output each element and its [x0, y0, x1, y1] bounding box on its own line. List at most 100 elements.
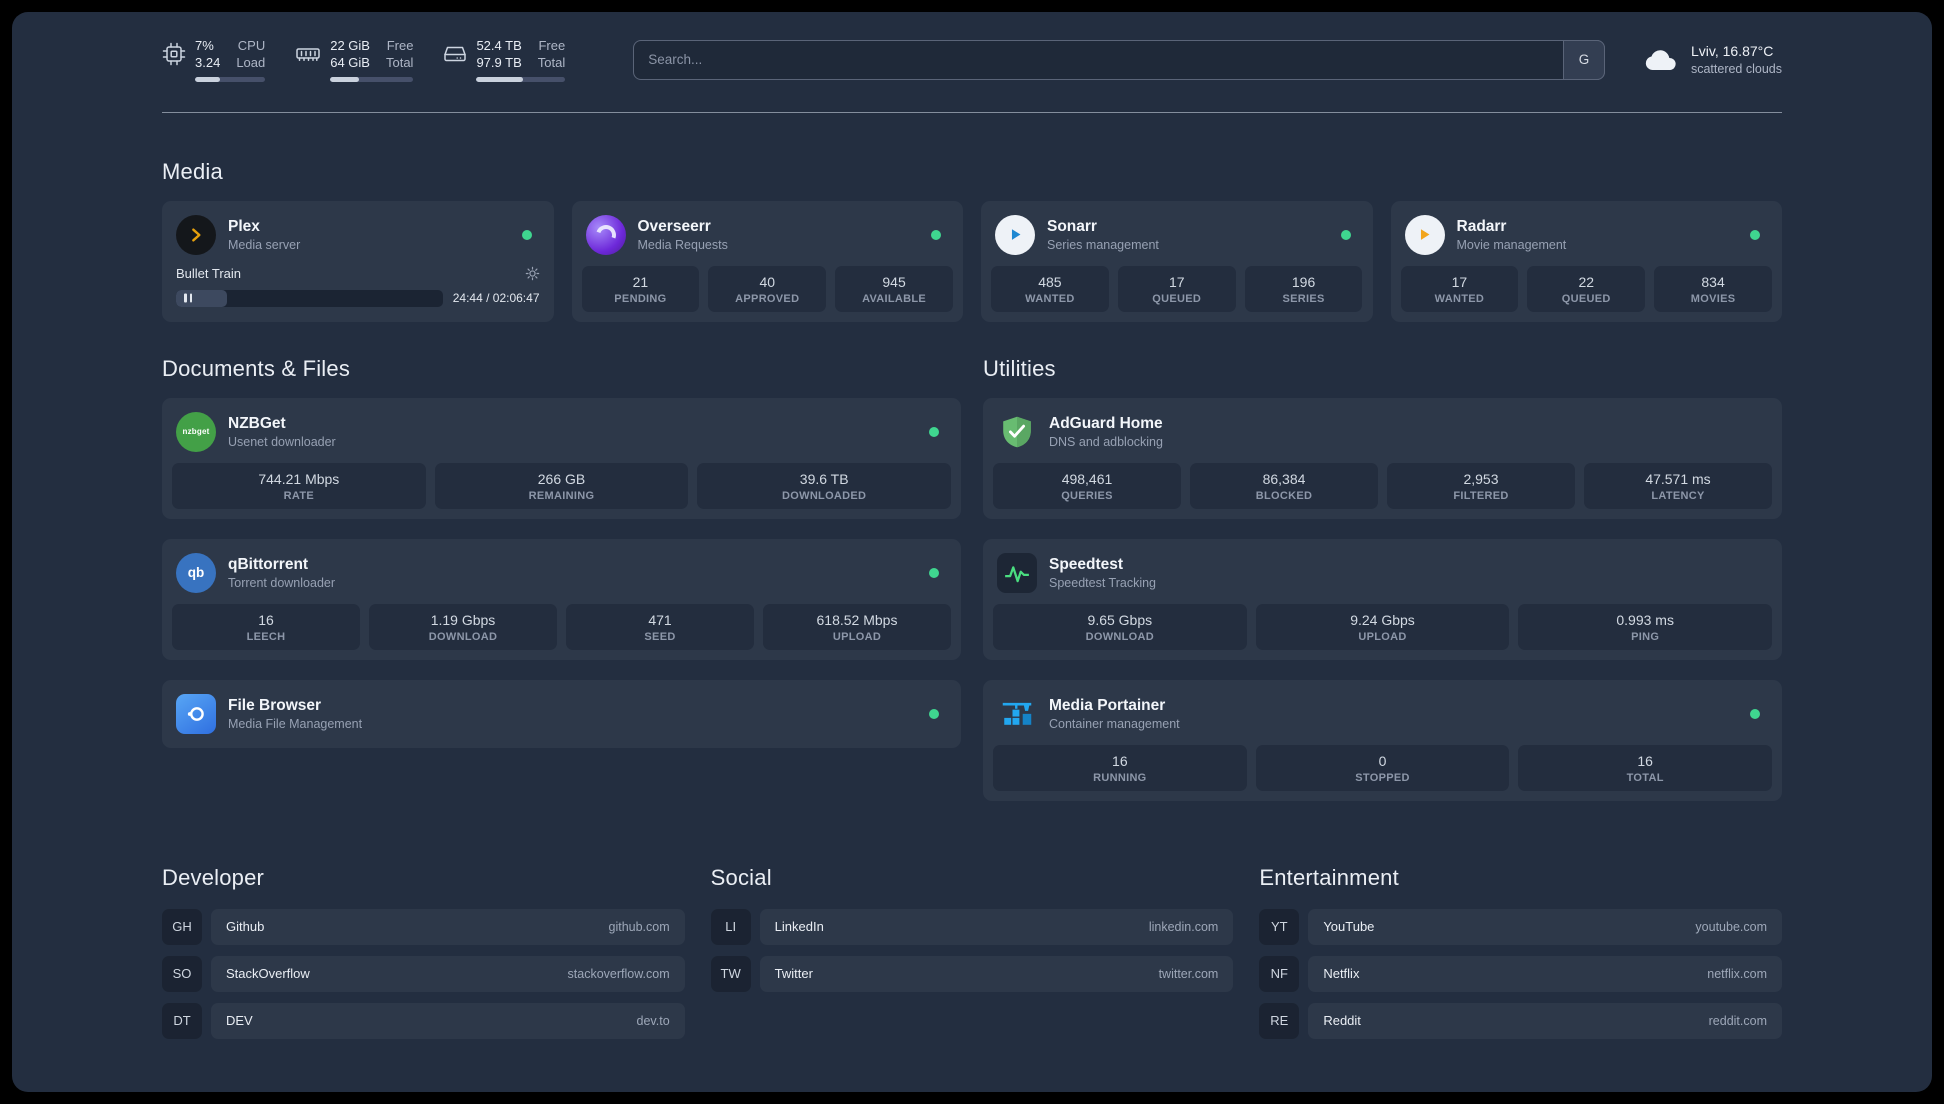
- bookmark-dev[interactable]: DT DEV dev.to: [162, 1002, 685, 1039]
- stat-label: MOVIES: [1690, 292, 1736, 305]
- service-description: Torrent downloader: [228, 575, 336, 590]
- service-name: Media Portainer: [1049, 696, 1166, 714]
- bookmark-name: Netflix: [1323, 966, 1360, 982]
- stat: 1.19 Gbps DOWNLOAD: [369, 603, 557, 650]
- playback-time: 24:44 / 02:06:47: [452, 291, 540, 306]
- service-card-nzbget[interactable]: nzbget NZBGet Usenet downloader 744.21 M…: [162, 397, 961, 519]
- stat-value: 47.571 ms: [1645, 470, 1711, 487]
- memory-free-label: Free: [386, 38, 414, 53]
- qbittorrent-icon: qb: [176, 552, 216, 593]
- service-card-radarr[interactable]: Radarr Movie management 17 WANTED 22 QUEUE…: [1390, 200, 1782, 322]
- section-title-utilities: Utilities: [983, 355, 1056, 381]
- disk-free-label: Free: [538, 38, 566, 53]
- stat: 86,384 BLOCKED: [1190, 462, 1378, 509]
- bookmark-youtube[interactable]: YT YouTube youtube.com: [1259, 908, 1782, 945]
- bookmark-twitter[interactable]: TW Twitter twitter.com: [710, 955, 1234, 992]
- bookmark-domain: github.com: [608, 919, 670, 934]
- service-card-speedtest[interactable]: Speedtest Speedtest Tracking 9.65 Gbps DO…: [983, 538, 1782, 660]
- speedtest-icon: [997, 552, 1037, 593]
- stat: 22 QUEUED: [1527, 265, 1646, 312]
- weather-widget: Lviv, 16.87°C scattered clouds: [1643, 42, 1782, 78]
- status-dot: [929, 567, 939, 578]
- stat-label: BLOCKED: [1255, 489, 1313, 502]
- service-name: AdGuard Home: [1049, 414, 1163, 432]
- plex-now-playing: Bullet Train 24:44 / 02:06:47: [172, 266, 544, 311]
- bookmark-netflix[interactable]: NF Netflix netflix.com: [1259, 955, 1782, 992]
- memory-total-value: 64 GiB: [330, 54, 370, 70]
- bookmark-reddit[interactable]: RE Reddit reddit.com: [1259, 1002, 1782, 1039]
- stat: 16 TOTAL: [1518, 744, 1773, 791]
- stat-label: PING: [1631, 630, 1660, 643]
- stat-value: 471: [648, 611, 672, 628]
- cloud-icon: [1645, 50, 1676, 70]
- bookmark-abbr: RE: [1259, 1002, 1300, 1039]
- bookmark-abbr: YT: [1259, 908, 1300, 945]
- stat: 17 QUEUED: [1117, 265, 1236, 312]
- bookmark-abbr: SO: [162, 955, 202, 992]
- playback-progress-bar[interactable]: [176, 289, 443, 307]
- service-description: Speedtest Tracking: [1049, 575, 1157, 590]
- pause-icon[interactable]: [184, 293, 192, 303]
- radarr-icon: [1404, 214, 1445, 255]
- stat-value: 16: [258, 611, 274, 628]
- service-card-filebrowser[interactable]: File Browser Media File Management: [162, 679, 961, 748]
- stat-value: 39.6 TB: [799, 470, 849, 487]
- service-description: Movie management: [1456, 237, 1567, 252]
- overseerr-icon: [585, 214, 626, 255]
- bookmark-domain: youtube.com: [1695, 919, 1767, 934]
- service-card-overseerr[interactable]: Overseerr Media Requests 21 PENDING 40 APP…: [571, 200, 963, 322]
- stat-label: REMAINING: [528, 489, 595, 502]
- section-title-documents: Documents & Files: [162, 355, 351, 381]
- service-name: Radarr: [1456, 217, 1507, 235]
- bookmark-domain: netflix.com: [1707, 966, 1767, 981]
- stat: 9.24 Gbps UPLOAD: [1255, 603, 1510, 650]
- stat: 39.6 TB DOWNLOADED: [697, 462, 952, 509]
- stat-label: UPLOAD: [1358, 630, 1407, 643]
- stat-label: LEECH: [246, 630, 286, 643]
- service-card-sonarr[interactable]: Sonarr Series management 485 WANTED 17 QUE…: [981, 200, 1373, 322]
- section-title-entertainment: Entertainment: [1259, 864, 1399, 890]
- search-provider-button[interactable]: G: [1562, 39, 1605, 80]
- bookmark-name: Github: [226, 919, 265, 935]
- stat-value: 266 GB: [537, 470, 586, 487]
- service-description: Usenet downloader: [228, 434, 336, 449]
- bookmark-stackoverflow[interactable]: SO StackOverflow stackoverflow.com: [162, 955, 685, 992]
- stat-label: QUEUED: [1152, 292, 1202, 305]
- stat-value: 17: [1168, 273, 1185, 290]
- stat: 471 SEED: [566, 603, 754, 650]
- bookmark-github[interactable]: GH Github github.com: [162, 908, 685, 945]
- sonarr-icon: [995, 214, 1035, 255]
- stat-label: DOWNLOAD: [428, 630, 498, 643]
- service-card-plex[interactable]: Plex Media server Bullet Train 24:44 / 0…: [162, 200, 554, 322]
- utilities-column: Utilities AdGuard Home DNS and adblockin…: [983, 322, 1782, 821]
- status-dot: [1340, 229, 1351, 240]
- service-card-portainer[interactable]: Media Portainer Container management 16 R…: [983, 679, 1782, 801]
- dashboard: 7% 3.24 CPU Load 22 GiB 64 GiB Free Tota…: [12, 12, 1932, 1092]
- stat-value: 40: [759, 273, 776, 290]
- service-card-adguard[interactable]: AdGuard Home DNS and adblocking 498,461 Q…: [983, 397, 1782, 519]
- weather-location: Lviv, 16.87°C: [1690, 43, 1774, 59]
- stat-value: 0: [1378, 752, 1387, 769]
- service-card-qbittorrent[interactable]: qb qBittorrent Torrent downloader 16 LEEC…: [162, 538, 961, 660]
- stat: 21 PENDING: [581, 265, 700, 312]
- bookmark-linkedin[interactable]: LI LinkedIn linkedin.com: [710, 908, 1234, 945]
- weather-condition: scattered clouds: [1690, 61, 1782, 76]
- nzbget-icon: nzbget: [176, 411, 216, 452]
- gear-icon[interactable]: [525, 266, 540, 281]
- memory-total-label: Total: [385, 54, 414, 70]
- stat-value: 2,953: [1463, 470, 1499, 487]
- cpu-icon: [162, 42, 186, 66]
- stat-value: 945: [882, 273, 906, 290]
- topbar-divider: [162, 111, 1782, 113]
- bookmark-name: DEV: [226, 1013, 253, 1029]
- filebrowser-icon: [176, 693, 216, 734]
- search-input[interactable]: [633, 39, 1605, 80]
- disk-free-value: 52.4 TB: [476, 38, 522, 53]
- stat-value: 485: [1038, 273, 1062, 290]
- service-description: Media File Management: [228, 716, 363, 731]
- bookmark-abbr: DT: [162, 1002, 202, 1039]
- bookmark-name: StackOverflow: [226, 966, 310, 982]
- bookmark-group-entertainment: Entertainment YT YouTube youtube.com NF N…: [1259, 865, 1782, 1050]
- bookmark-abbr: LI: [710, 908, 751, 945]
- media-grid: Plex Media server Bullet Train 24:44 / 0…: [162, 200, 1782, 322]
